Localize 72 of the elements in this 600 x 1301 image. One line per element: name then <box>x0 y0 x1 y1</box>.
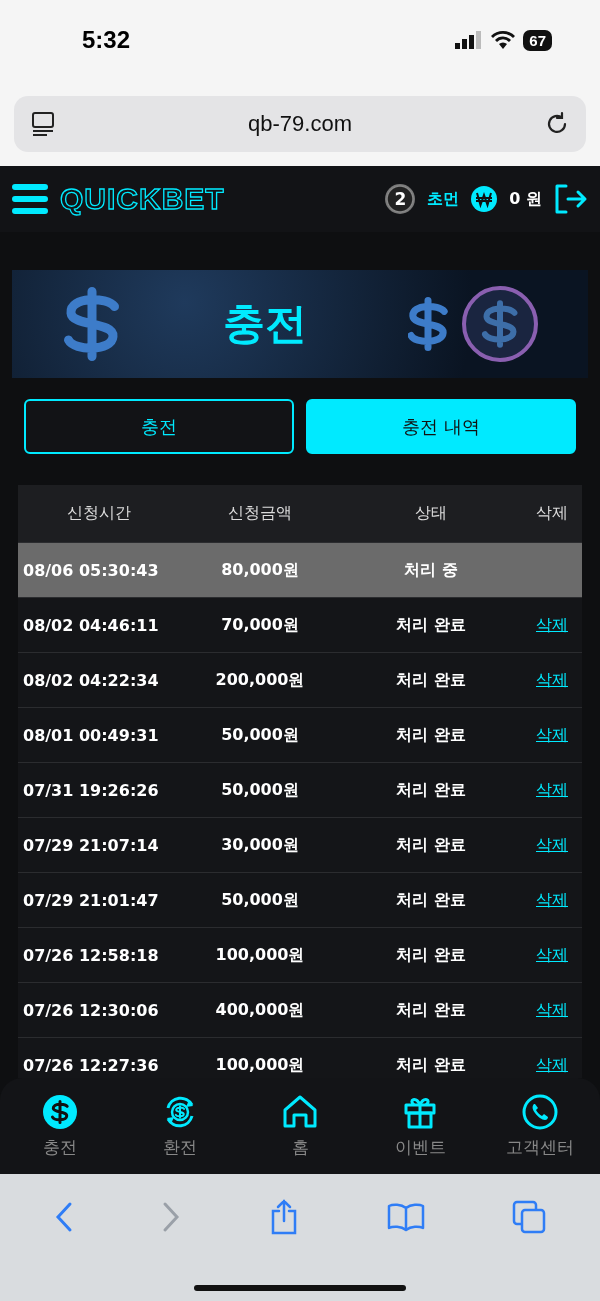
nickname: 초먼 <box>427 188 460 210</box>
nav-item[interactable]: 홈 <box>245 1093 355 1159</box>
delete-link[interactable]: 삭제 <box>536 614 568 634</box>
balance: 0 원 <box>509 188 542 210</box>
table-cell: 400,000원 <box>180 982 340 1038</box>
nav-item[interactable]: 환전 <box>125 1093 235 1159</box>
nav-item[interactable]: 충전 <box>5 1093 115 1159</box>
column-header: 신청금액 <box>180 485 340 543</box>
table-cell: 08/06 05:30:43 <box>18 542 180 598</box>
delete-link[interactable]: 삭제 <box>536 669 568 689</box>
table-cell: 처리 완료 <box>340 872 522 928</box>
table-cell: 50,000원 <box>180 762 340 818</box>
table-cell: 07/26 12:58:18 <box>18 927 180 983</box>
table-cell: 07/31 19:26:26 <box>18 762 180 818</box>
table-cell: 07/29 21:01:47 <box>18 872 180 928</box>
banner-title: 충전 <box>223 298 307 350</box>
back-icon[interactable] <box>53 1200 74 1233</box>
home-icon <box>282 1093 318 1130</box>
table-cell: 200,000원 <box>180 652 340 708</box>
signal-icon <box>455 31 484 49</box>
wifi-icon <box>491 31 516 49</box>
column-header: 삭제 <box>522 485 582 543</box>
tab[interactable]: 충전 <box>24 399 294 454</box>
table-cell: 처리 완료 <box>340 597 522 653</box>
forward-icon[interactable] <box>161 1200 182 1233</box>
table-cell: 100,000원 <box>180 1037 340 1078</box>
level-badge: 2 <box>385 184 416 214</box>
table-cell: 처리 중 <box>340 542 522 598</box>
nav-item[interactable]: 고객센터 <box>485 1093 595 1159</box>
logout-icon[interactable] <box>554 184 588 214</box>
delete-link[interactable]: 삭제 <box>536 724 568 744</box>
battery-level: 67 <box>523 29 552 51</box>
table-cell: 처리 완료 <box>340 1037 522 1078</box>
table-cell: 07/29 21:07:14 <box>18 817 180 873</box>
table-cell: 50,000원 <box>180 707 340 763</box>
share-icon[interactable] <box>269 1198 299 1235</box>
table-cell: 처리 완료 <box>340 927 522 983</box>
nav-item[interactable]: 이벤트 <box>365 1093 475 1159</box>
delete-link[interactable]: 삭제 <box>536 834 568 854</box>
book-icon[interactable] <box>386 1201 425 1232</box>
table-cell: 50,000원 <box>180 872 340 928</box>
menu-icon[interactable] <box>12 183 48 215</box>
table-cell: 08/02 04:46:11 <box>18 597 180 653</box>
delete-link[interactable]: 삭제 <box>536 889 568 909</box>
table-cell: 처리 완료 <box>340 817 522 873</box>
url-text: qb-79.com <box>248 111 352 137</box>
won-icon <box>471 186 498 212</box>
table-cell: 70,000원 <box>180 597 340 653</box>
table-cell: 처리 완료 <box>340 762 522 818</box>
table-cell: 07/26 12:30:06 <box>18 982 180 1038</box>
phone-icon <box>522 1093 558 1130</box>
address-bar[interactable]: qb-79.com <box>14 96 586 152</box>
logo[interactable]: QUICKBET <box>60 182 225 216</box>
table-cell: 07/26 12:27:36 <box>18 1037 180 1078</box>
delete-link[interactable]: 삭제 <box>536 999 568 1019</box>
table-cell: 처리 완료 <box>340 707 522 763</box>
table-cell: 처리 완료 <box>340 982 522 1038</box>
table-cell: 80,000원 <box>180 542 340 598</box>
dollar-icon <box>42 1093 78 1130</box>
column-header: 신청시간 <box>18 485 180 543</box>
table-cell: 08/01 00:49:31 <box>18 707 180 763</box>
column-header: 상태 <box>340 485 522 543</box>
tabs-icon[interactable] <box>512 1199 547 1234</box>
table-cell: 100,000원 <box>180 927 340 983</box>
page-menu-icon[interactable] <box>30 111 56 137</box>
delete-link[interactable]: 삭제 <box>536 779 568 799</box>
table-cell: 30,000원 <box>180 817 340 873</box>
delete-link[interactable]: 삭제 <box>536 944 568 964</box>
table-cell: 08/02 04:22:34 <box>18 652 180 708</box>
tab[interactable]: 충전 내역 <box>306 399 576 454</box>
table-cell: 처리 완료 <box>340 652 522 708</box>
clock-time: 5:32 <box>82 26 131 54</box>
